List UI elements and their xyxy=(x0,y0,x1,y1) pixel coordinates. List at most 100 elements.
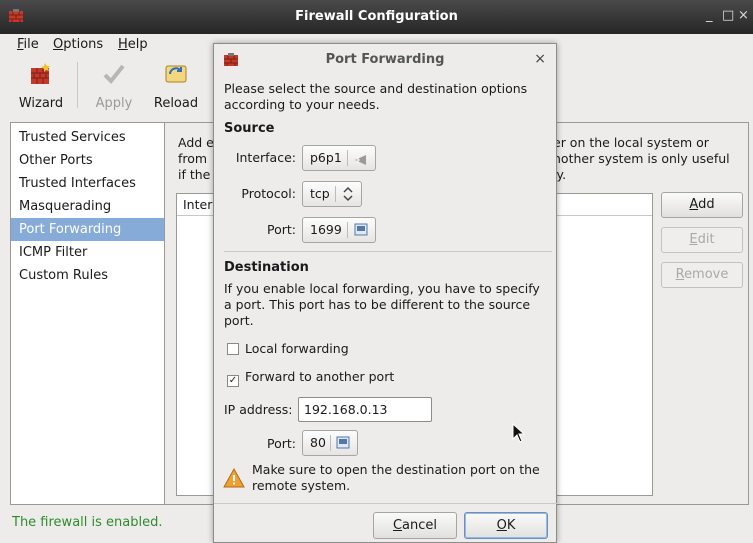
description-line: nother system is only useful xyxy=(553,151,730,166)
intro-line: Please select the source and destination… xyxy=(224,81,528,96)
port-list-icon xyxy=(335,431,351,463)
mouse-cursor-icon xyxy=(512,422,526,446)
sidebar-item-trusted-services[interactable]: Trusted Services xyxy=(11,126,164,149)
ip-address-input[interactable]: 192.168.0.13 xyxy=(298,397,432,422)
edit-button[interactable]: Edit xyxy=(661,227,743,253)
edit-label: dit xyxy=(697,232,715,247)
menu-file-label: ile xyxy=(23,37,39,52)
network-icon xyxy=(353,146,369,178)
description-line: Add e xyxy=(178,135,214,150)
toolbar-separator xyxy=(77,62,78,108)
warning-text: Make sure to open the destination port o… xyxy=(252,462,540,494)
cancel-mnemonic: C xyxy=(392,518,403,533)
destination-heading: Destination xyxy=(224,260,309,275)
protocol-combo[interactable]: tcp xyxy=(302,181,362,207)
checkbox-unchecked-icon xyxy=(227,343,239,355)
local-forwarding-checkbox[interactable]: Local forwarding xyxy=(227,341,349,356)
forward-another-port-label: Forward to another port xyxy=(245,369,395,384)
description-text-right: er on the local system or nother system … xyxy=(553,135,730,183)
cancel-button[interactable]: Cancel xyxy=(373,512,457,539)
source-port-value: 1699 xyxy=(310,222,342,237)
menu-options[interactable]: Options xyxy=(53,37,103,52)
menu-help[interactable]: Help xyxy=(118,37,148,52)
close-icon[interactable]: × xyxy=(738,8,749,23)
edit-mnemonic: E xyxy=(689,232,698,247)
protocol-label: Protocol: xyxy=(241,186,296,201)
destination-description: If you enable local forwarding, you have… xyxy=(224,281,540,329)
section-divider xyxy=(224,251,552,252)
dialog-close-icon[interactable]: × xyxy=(534,51,546,67)
menu-options-mnemonic: O xyxy=(53,37,64,52)
sidebar-item-other-ports[interactable]: Other Ports xyxy=(11,149,164,172)
source-heading: Source xyxy=(224,121,275,136)
combo-divider xyxy=(347,150,348,166)
apply-button[interactable]: Apply xyxy=(91,62,137,114)
cancel-label: ancel xyxy=(402,518,438,533)
status-text: The firewall is enabled. xyxy=(12,515,163,530)
port-list-icon xyxy=(353,218,369,250)
intro-line: according to your needs. xyxy=(224,97,380,112)
description-line: er on the local system or xyxy=(553,135,709,150)
menu-file[interactable]: File xyxy=(17,37,39,52)
menu-options-label: ptions xyxy=(63,37,104,52)
destination-line: If you enable local forwarding, you have… xyxy=(224,281,540,296)
description-line: ly. xyxy=(553,167,567,182)
warning-line: Make sure to open the destination port o… xyxy=(252,462,540,477)
interface-value: p6p1 xyxy=(310,150,342,165)
destination-port-combo[interactable]: 80 xyxy=(302,430,358,456)
local-forwarding-label: Local forwarding xyxy=(245,341,349,356)
interface-combo[interactable]: p6p1 xyxy=(302,145,376,171)
interface-label: Interface: xyxy=(235,150,296,165)
remove-button[interactable]: Remove xyxy=(661,262,743,288)
maximize-icon[interactable]: □ xyxy=(722,8,734,23)
menu-help-label: elp xyxy=(127,37,148,52)
sidebar: Trusted Services Other Ports Trusted Int… xyxy=(10,122,165,505)
destination-line: port. xyxy=(224,313,254,328)
port-forwarding-dialog: Port Forwarding × Please select the sour… xyxy=(213,43,558,543)
checkbox-checked-icon: ✓ xyxy=(227,375,239,387)
minimize-icon[interactable]: _ xyxy=(706,8,713,23)
sidebar-item-masquerading[interactable]: Masquerading xyxy=(11,195,164,218)
description-line: from xyxy=(178,151,208,166)
destination-port-label: Port: xyxy=(267,436,296,451)
menu-help-mnemonic: H xyxy=(118,37,128,52)
dialog-title: Port Forwarding xyxy=(325,52,445,67)
add-mnemonic: A xyxy=(689,197,699,212)
reload-button[interactable]: Reload xyxy=(150,62,202,114)
reload-icon xyxy=(150,62,202,90)
warning-line: remote system. xyxy=(252,478,351,493)
forward-another-port-checkbox[interactable]: ✓ Forward to another port xyxy=(227,369,394,387)
warning-icon xyxy=(223,467,245,492)
button-divider xyxy=(214,503,558,504)
window-titlebar: Firewall Configuration _ □ × xyxy=(0,0,753,34)
remove-label: emove xyxy=(684,267,729,282)
add-label: dd xyxy=(698,197,715,212)
add-button[interactable]: Add xyxy=(661,192,743,218)
sidebar-item-custom-rules[interactable]: Custom Rules xyxy=(11,264,164,287)
dialog-intro: Please select the source and destination… xyxy=(224,81,527,113)
reload-label: Reload xyxy=(153,96,199,111)
ok-button[interactable]: OK xyxy=(464,512,548,539)
window-title: Firewall Configuration xyxy=(295,9,458,24)
source-port-combo[interactable]: 1699 xyxy=(302,217,376,243)
description-line: if the xyxy=(178,167,211,182)
ip-address-label: IP address: xyxy=(224,402,293,417)
ok-label: K xyxy=(506,518,516,533)
combo-divider xyxy=(335,186,336,202)
up-down-arrows-icon xyxy=(341,182,355,214)
checkmark-icon xyxy=(91,62,137,90)
combo-divider xyxy=(330,435,331,451)
wizard-button[interactable]: Wizard xyxy=(16,62,66,114)
sidebar-item-trusted-interfaces[interactable]: Trusted Interfaces xyxy=(11,172,164,195)
protocol-value: tcp xyxy=(310,186,330,201)
dialog-titlebar: Port Forwarding × xyxy=(214,44,556,76)
remove-mnemonic: R xyxy=(675,267,685,282)
wizard-label: Wizard xyxy=(18,96,64,111)
ok-mnemonic: O xyxy=(496,518,507,533)
wizard-icon xyxy=(16,62,66,90)
description-text-left: Add e from if the xyxy=(178,135,214,183)
destination-port-value: 80 xyxy=(310,435,326,450)
sidebar-item-icmp-filter[interactable]: ICMP Filter xyxy=(11,241,164,264)
sidebar-item-port-forwarding[interactable]: Port Forwarding xyxy=(11,218,164,241)
destination-line: a port. This port has to be different to… xyxy=(224,297,531,312)
